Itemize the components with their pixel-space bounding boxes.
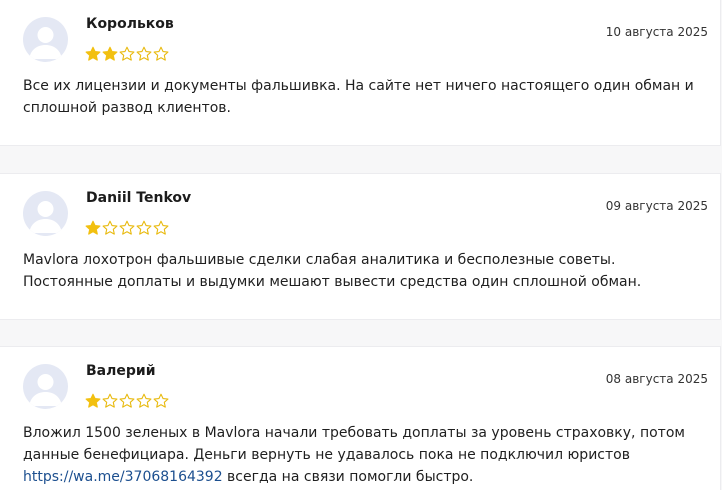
avatar-icon (23, 191, 68, 236)
star-outline-icon (153, 46, 169, 61)
star-outline-icon (119, 46, 135, 61)
star-outline-icon (119, 393, 135, 408)
review-author: Корольков (86, 16, 174, 32)
star-filled-icon (85, 220, 101, 235)
review-text-before-link: Вложил 1500 зеленых в Mavlora начали тре… (23, 425, 685, 463)
rating-stars (85, 220, 169, 236)
star-filled-icon (85, 393, 101, 408)
review-text: Mavlora лохотрон фальшивые сделки слабая… (23, 252, 642, 290)
review-date: 08 августа 2025 (605, 372, 708, 386)
star-outline-icon (136, 220, 152, 235)
review-text: Все их лицензии и документы фальшивка. Н… (23, 78, 694, 116)
review-date: 10 августа 2025 (605, 25, 708, 39)
whatsapp-link[interactable]: https://wa.me/37068164392 (23, 469, 223, 485)
review-card: Daniil Tenkov 09 августа 2025 Mavlora ло… (0, 173, 721, 320)
avatar-icon (23, 364, 68, 409)
review-card: Валерий 08 августа 2025 Вложил 1500 зеле… (0, 346, 721, 490)
star-outline-icon (119, 220, 135, 235)
star-outline-icon (153, 220, 169, 235)
review-date: 09 августа 2025 (605, 199, 708, 213)
star-outline-icon (102, 220, 118, 235)
review-card: Корольков 10 августа 2025 Все их лицензи… (0, 0, 721, 146)
avatar-icon (23, 17, 68, 62)
star-outline-icon (102, 393, 118, 408)
star-outline-icon (153, 393, 169, 408)
rating-stars (85, 46, 169, 62)
reviews-list: Корольков 10 августа 2025 Все их лицензи… (0, 0, 722, 490)
review-author: Валерий (86, 363, 156, 379)
rating-stars (85, 393, 169, 409)
review-author: Daniil Tenkov (86, 190, 192, 206)
star-outline-icon (136, 46, 152, 61)
star-filled-icon (102, 46, 118, 61)
review-text: Вложил 1500 зеленых в Mavlora начали тре… (23, 422, 703, 488)
star-outline-icon (136, 393, 152, 408)
star-filled-icon (85, 46, 101, 61)
review-text-after-link: всегда на связи помогли быстро. (222, 469, 474, 485)
